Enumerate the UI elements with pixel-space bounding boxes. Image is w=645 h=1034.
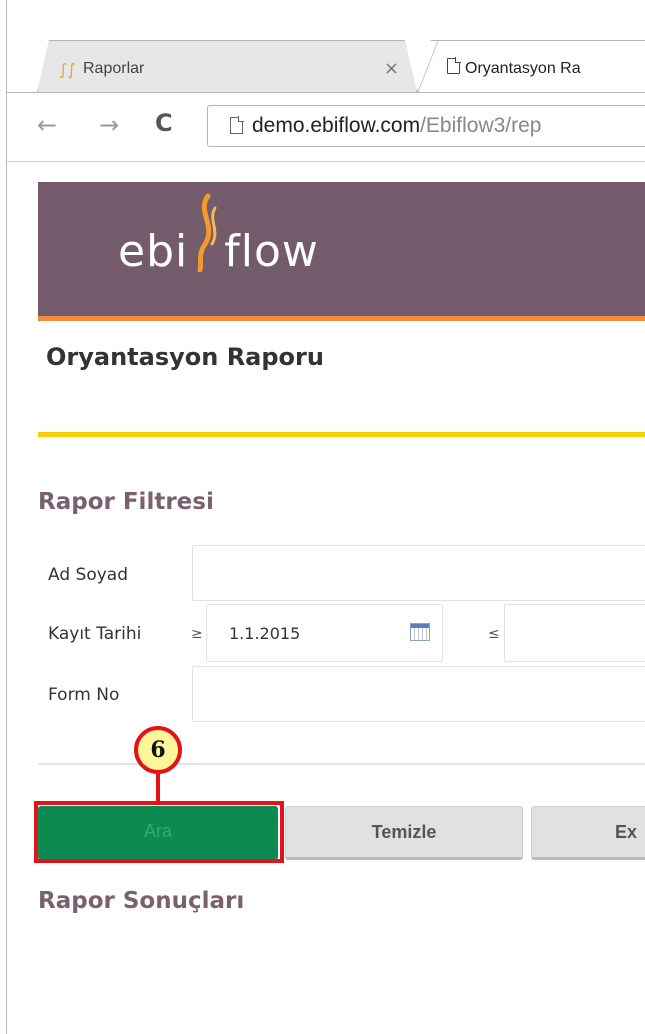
filter-section-title: Rapor Filtresi: [38, 489, 214, 515]
ad-soyad-label: Ad Soyad: [48, 565, 128, 585]
address-bar[interactable]: demo.ebiflow.com/Ebiflow3/rep: [207, 105, 645, 147]
flame-icon: [188, 193, 224, 272]
tab-raporlar[interactable]: ∫∫ Raporlar ×: [37, 40, 417, 92]
url-text: demo.ebiflow.com/Ebiflow3/rep: [252, 114, 542, 137]
kayit-tarihi-label: Kayıt Tarihi: [48, 624, 142, 644]
calendar-icon[interactable]: [410, 623, 430, 641]
results-section-title: Rapor Sonuçları: [38, 888, 245, 914]
date-from-value: 1.1.2015: [229, 624, 301, 643]
reload-icon[interactable]: C: [155, 109, 173, 137]
tab-label: Oryantasyon Ra: [465, 60, 581, 77]
date-to-input[interactable]: [504, 604, 645, 662]
page-title: Oryantasyon Raporu: [46, 343, 324, 371]
date-from-input[interactable]: 1.1.2015: [206, 604, 443, 662]
form-no-label: Form No: [48, 685, 120, 705]
page-icon: [447, 57, 461, 74]
greater-equal-symbol: ≥: [191, 626, 203, 642]
back-arrow-icon[interactable]: ←: [37, 111, 57, 139]
callout-line: [156, 774, 160, 802]
browser-toolbar: ← → C demo.ebiflow.com/Ebiflow3/rep: [7, 92, 645, 162]
divider: [38, 763, 645, 765]
title-underline: [38, 432, 645, 437]
close-icon[interactable]: ×: [384, 58, 399, 79]
less-equal-symbol: ≤: [488, 626, 500, 642]
forward-arrow-icon[interactable]: →: [99, 111, 119, 139]
ebiflow-favicon-icon: ∫∫: [59, 60, 76, 79]
tab-label: Raporlar: [83, 60, 145, 77]
header-banner: ebi flow: [38, 182, 645, 316]
export-button[interactable]: Ex: [531, 806, 645, 860]
tab-oryantasyon[interactable]: Oryantasyon Ra: [417, 40, 645, 92]
banner-stripe: [38, 316, 645, 321]
ad-soyad-input[interactable]: [192, 545, 645, 601]
highlight-box: [34, 801, 284, 863]
page-icon: [230, 116, 244, 134]
clear-button[interactable]: Temizle: [285, 806, 523, 860]
tab-strip: ∫∫ Raporlar × Oryantasyon Ra: [7, 0, 645, 92]
step-badge: 6: [134, 726, 182, 774]
ebiflow-logo: ebi flow: [118, 193, 319, 277]
form-no-input[interactable]: [192, 666, 645, 722]
